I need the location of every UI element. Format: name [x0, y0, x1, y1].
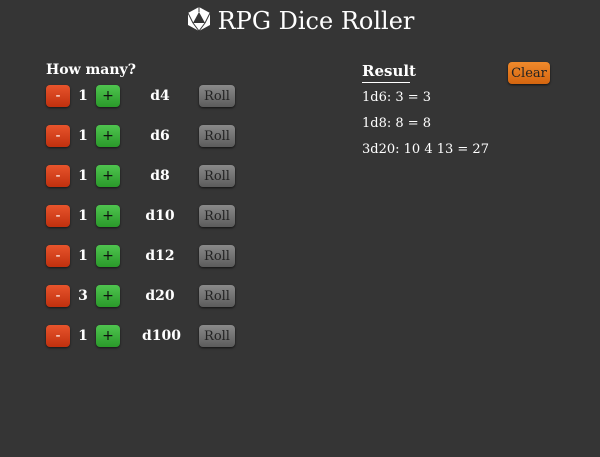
roll-d4-button[interactable]: Roll [199, 85, 235, 107]
result-line: 1d8: 8 = 8 [362, 116, 432, 131]
count-d20: 3 [78, 288, 88, 304]
die-label-d8: d8 [150, 168, 170, 184]
die-label-d12: d12 [145, 248, 175, 264]
die-label-d6: d6 [150, 128, 170, 144]
die-label-d100: d100 [142, 328, 182, 344]
roll-d6-button[interactable]: Roll [199, 125, 235, 147]
roll-d12-button[interactable]: Roll [199, 245, 235, 267]
roll-d100-button[interactable]: Roll [199, 325, 235, 347]
dice-row-d8: - 1 + d8 Roll [46, 164, 306, 188]
app-title: RPG Dice Roller [217, 7, 415, 35]
result-heading: Result [362, 62, 416, 83]
decrement-d100-button[interactable]: - [46, 325, 70, 347]
count-d6: 1 [78, 128, 88, 144]
increment-d4-button[interactable]: + [96, 85, 120, 107]
increment-d8-button[interactable]: + [96, 165, 120, 187]
clear-button[interactable]: Clear [508, 62, 550, 84]
result-line: 1d6: 3 = 3 [362, 90, 432, 105]
increment-d20-button[interactable]: + [96, 285, 120, 307]
how-many-label: How many? [46, 62, 136, 78]
d20-icon [186, 6, 212, 36]
increment-d12-button[interactable]: + [96, 245, 120, 267]
decrement-d4-button[interactable]: - [46, 85, 70, 107]
roll-d10-button[interactable]: Roll [199, 205, 235, 227]
count-d100: 1 [78, 328, 88, 344]
decrement-d12-button[interactable]: - [46, 245, 70, 267]
dice-row-d6: - 1 + d6 Roll [46, 124, 306, 148]
count-d4: 1 [78, 88, 88, 104]
dice-panel: How many? - 1 + d4 Roll - 1 + d6 Roll - … [46, 62, 306, 364]
dice-row-d4: - 1 + d4 Roll [46, 84, 306, 108]
increment-d6-button[interactable]: + [96, 125, 120, 147]
roll-d8-button[interactable]: Roll [199, 165, 235, 187]
decrement-d20-button[interactable]: - [46, 285, 70, 307]
dice-row-d20: - 3 + d20 Roll [46, 284, 306, 308]
decrement-d10-button[interactable]: - [46, 205, 70, 227]
die-label-d10: d10 [145, 208, 175, 224]
results-panel: Result Clear 1d6: 3 = 3 1d8: 8 = 8 3d20:… [362, 62, 562, 161]
result-line: 3d20: 10 4 13 = 27 [362, 142, 489, 157]
die-label-d4: d4 [150, 88, 170, 104]
roll-d20-button[interactable]: Roll [199, 285, 235, 307]
count-d8: 1 [78, 168, 88, 184]
dice-row-d12: - 1 + d12 Roll [46, 244, 306, 268]
increment-d100-button[interactable]: + [96, 325, 120, 347]
decrement-d6-button[interactable]: - [46, 125, 70, 147]
dice-row-d100: - 1 + d100 Roll [46, 324, 306, 348]
increment-d10-button[interactable]: + [96, 205, 120, 227]
count-d10: 1 [78, 208, 88, 224]
die-label-d20: d20 [145, 288, 175, 304]
count-d12: 1 [78, 248, 88, 264]
decrement-d8-button[interactable]: - [46, 165, 70, 187]
dice-row-d10: - 1 + d10 Roll [46, 204, 306, 228]
app-header: RPG Dice Roller [0, 6, 600, 36]
